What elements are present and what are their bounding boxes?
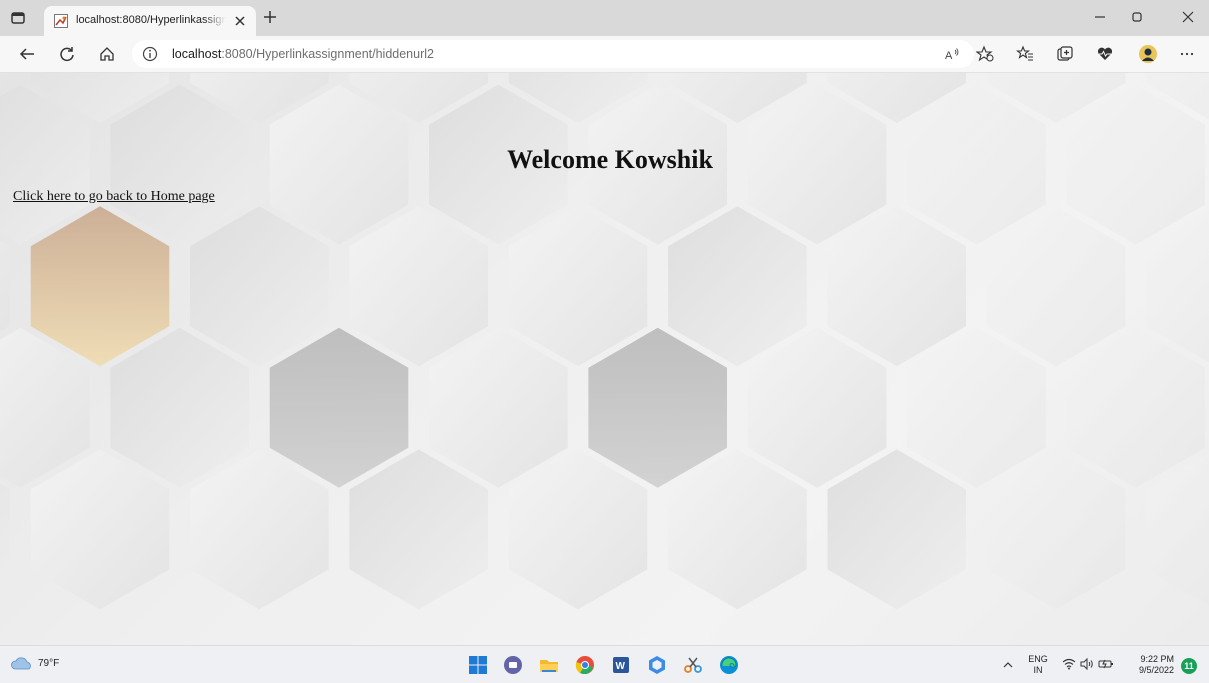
background-hexagon bbox=[986, 206, 1126, 367]
page-viewport: Welcome Kowshik Click here to go back to… bbox=[0, 73, 1209, 645]
battery-icon[interactable] bbox=[1098, 658, 1114, 670]
background-hexagon bbox=[668, 449, 807, 610]
tab-strip: localhost:8080/Hyperlinkassignm bbox=[0, 0, 1209, 36]
clock[interactable]: 9:22 PM 9/5/2022 bbox=[1124, 654, 1174, 676]
svg-text:W: W bbox=[616, 661, 626, 672]
background-hexagon bbox=[508, 206, 648, 367]
start-windows-icon[interactable] bbox=[467, 654, 489, 676]
favorite-star-icon[interactable] bbox=[976, 45, 994, 63]
region-code: IN bbox=[1033, 665, 1043, 675]
background-hexagon bbox=[190, 206, 329, 367]
language-indicator[interactable]: ENG IN bbox=[1028, 654, 1048, 676]
background-hexagon bbox=[269, 327, 409, 488]
home-icon[interactable] bbox=[98, 45, 116, 63]
more-options-icon[interactable] bbox=[1178, 45, 1196, 63]
profile-avatar-icon[interactable] bbox=[1138, 44, 1158, 64]
new-tab-icon[interactable] bbox=[262, 9, 278, 25]
read-aloud-icon[interactable]: A bbox=[944, 46, 960, 62]
background-hexagon bbox=[907, 327, 1046, 488]
browser-toolbar: localhost:8080/Hyperlinkassignment/hidde… bbox=[0, 36, 1209, 73]
back-icon[interactable] bbox=[18, 45, 36, 63]
background-hexagon bbox=[827, 206, 966, 367]
background-hexagon bbox=[668, 206, 807, 367]
file-explorer-icon[interactable] bbox=[538, 654, 560, 676]
collections-icon[interactable] bbox=[1056, 45, 1074, 63]
teams-chat-icon[interactable] bbox=[502, 654, 524, 676]
svg-text:A: A bbox=[945, 50, 953, 62]
site-info-icon[interactable] bbox=[142, 46, 158, 62]
address-bar[interactable]: localhost:8080/Hyperlinkassignment/hidde… bbox=[132, 40, 974, 68]
cloud-icon bbox=[11, 657, 31, 670]
snipping-tool-icon[interactable] bbox=[682, 654, 704, 676]
clock-time: 9:22 PM bbox=[1140, 654, 1174, 664]
url-host: localhost bbox=[172, 47, 222, 61]
notification-badge[interactable]: 11 bbox=[1181, 658, 1197, 674]
health-heart-icon[interactable] bbox=[1096, 45, 1114, 63]
chrome-icon[interactable] bbox=[574, 654, 596, 676]
background-hexagon bbox=[349, 206, 488, 367]
tab-title: localhost:8080/Hyperlinkassignm bbox=[76, 14, 226, 26]
restore-icon[interactable] bbox=[1129, 9, 1145, 25]
tab-actions-icon[interactable] bbox=[10, 10, 26, 26]
background-hexagon bbox=[747, 327, 887, 488]
minimize-icon[interactable] bbox=[1092, 9, 1108, 25]
url-text: localhost:8080/Hyperlinkassignment/hidde… bbox=[172, 47, 434, 61]
background-hexagon bbox=[30, 206, 170, 367]
language-code: ENG bbox=[1028, 654, 1048, 664]
page-favicon-icon bbox=[54, 14, 68, 28]
home-page-link[interactable]: Click here to go back to Home page bbox=[13, 189, 215, 205]
background-hexagon bbox=[508, 449, 648, 610]
browser-tab[interactable]: localhost:8080/Hyperlinkassignm bbox=[44, 6, 256, 36]
windows-taskbar: 79°F W ENG IN 9:22 PM 9/5/2022 11 bbox=[0, 645, 1209, 683]
background-hexagon bbox=[986, 449, 1126, 610]
clock-date: 9/5/2022 bbox=[1138, 665, 1174, 675]
show-hidden-icons-chevron-icon[interactable] bbox=[1003, 660, 1013, 670]
favorites-icon[interactable] bbox=[1016, 45, 1034, 63]
close-window-icon[interactable] bbox=[1180, 9, 1196, 25]
volume-icon[interactable] bbox=[1080, 658, 1094, 670]
weather-temperature: 79°F bbox=[38, 658, 60, 669]
word-icon[interactable]: W bbox=[610, 654, 632, 676]
office-icon[interactable] bbox=[646, 654, 668, 676]
url-path: :8080/Hyperlinkassignment/hiddenurl2 bbox=[221, 47, 434, 61]
background-hexagon bbox=[827, 449, 966, 610]
background-hexagon bbox=[1066, 327, 1205, 488]
background-hexagon bbox=[588, 327, 727, 488]
page-heading: Welcome Kowshik bbox=[507, 145, 713, 174]
background-hexagon bbox=[429, 327, 568, 488]
background-hexagon bbox=[30, 449, 170, 610]
edge-browser-icon[interactable] bbox=[718, 654, 740, 676]
background-hexagon bbox=[349, 449, 488, 610]
background-hexagon bbox=[190, 449, 329, 610]
refresh-icon[interactable] bbox=[58, 45, 76, 63]
background-hexagon bbox=[110, 327, 250, 488]
tab-close-icon[interactable] bbox=[234, 15, 246, 27]
wifi-icon[interactable] bbox=[1062, 658, 1076, 670]
